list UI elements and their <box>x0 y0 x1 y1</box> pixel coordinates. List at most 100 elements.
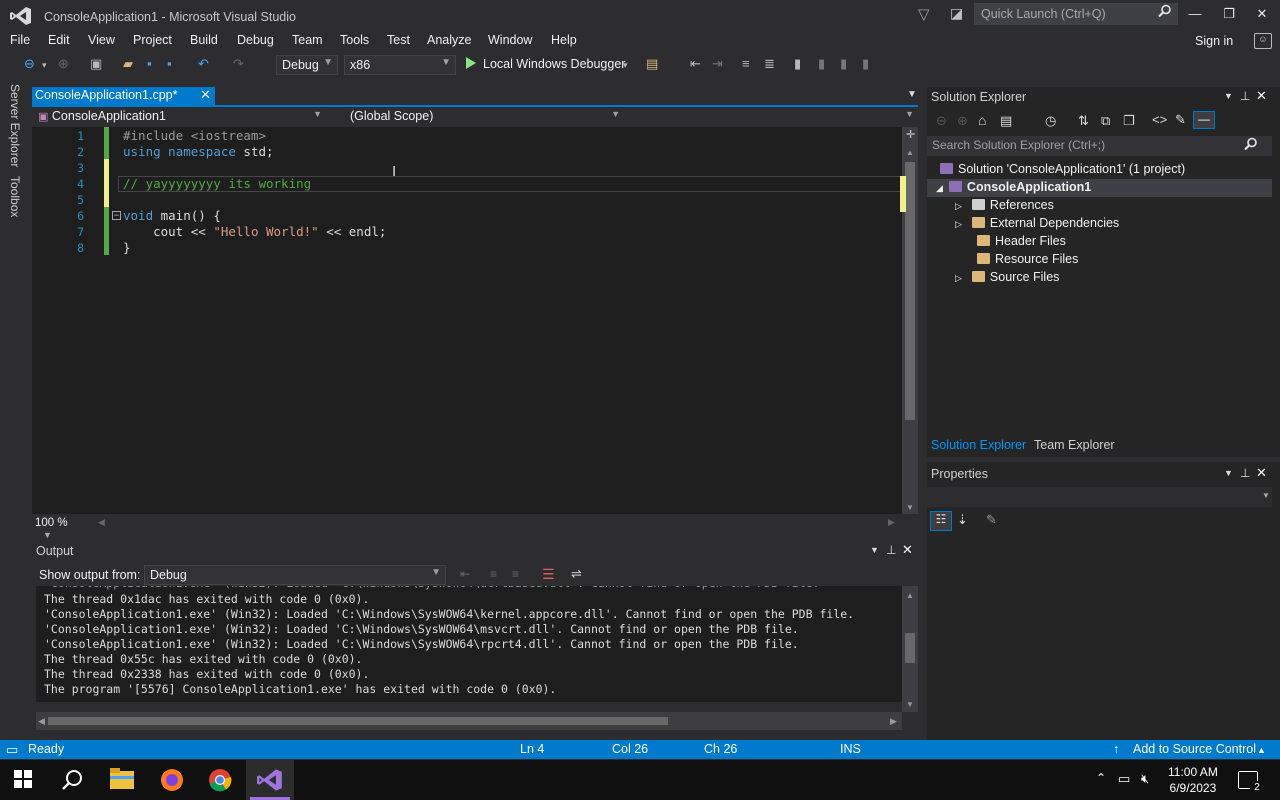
scroll-left-icon[interactable]: ◀ <box>38 716 45 727</box>
menu-view[interactable]: View <box>88 33 115 47</box>
step-icon[interactable]: ⇤ <box>690 56 701 72</box>
add-to-source-control-button[interactable]: Add to Source Control <box>1133 742 1256 756</box>
solution-search-input[interactable]: Search Solution Explorer (Ctrl+;) <box>927 136 1272 156</box>
word-wrap-icon[interactable]: ⇌ <box>571 566 582 582</box>
menu-test[interactable]: Test <box>387 33 410 47</box>
feedback-icon[interactable]: ◪ <box>950 5 963 22</box>
show-all-files-icon[interactable]: ❐ <box>1123 113 1135 129</box>
home-icon[interactable]: ⌂ <box>978 112 986 128</box>
tree-solution[interactable]: Solution 'ConsoleApplication1' (1 projec… <box>940 162 1185 176</box>
scroll-up-icon[interactable]: ▲ <box>906 148 914 157</box>
pin-icon[interactable]: ⊥ <box>1240 89 1250 103</box>
tree-references[interactable]: ▷ References <box>955 198 1054 212</box>
clear-all-icon[interactable]: ☰ <box>542 566 555 583</box>
member-dropdown[interactable]: ▼ <box>630 108 918 126</box>
search-icon[interactable] <box>62 769 84 794</box>
sign-in-link[interactable]: Sign in <box>1195 34 1233 48</box>
upload-icon[interactable]: ↑ <box>1113 742 1119 756</box>
visual-studio-icon[interactable] <box>257 768 283 792</box>
toolbox-tab[interactable]: Toolbox <box>8 176 22 217</box>
redo-icon[interactable]: ↷ <box>233 56 244 72</box>
properties-object-dropdown[interactable] <box>927 487 1272 507</box>
menu-window[interactable]: Window <box>488 33 532 47</box>
prev-message-icon[interactable]: ≡ <box>490 567 497 581</box>
preview-selected-icon[interactable]: — <box>1193 111 1215 129</box>
tree-source-files[interactable]: ▷ Source Files <box>955 270 1059 284</box>
close-tab-icon[interactable]: ✕ <box>200 87 211 103</box>
output-scroll-thumb[interactable] <box>905 633 915 663</box>
back-dropdown-icon[interactable]: ▾ <box>42 60 47 71</box>
open-file-icon[interactable]: ▰ <box>123 56 133 72</box>
close-panel-icon[interactable]: ✕ <box>1256 88 1267 104</box>
chevron-up-icon[interactable]: ▲ <box>1257 745 1266 755</box>
server-explorer-tab[interactable]: Server Explorer <box>8 84 22 167</box>
close-panel-icon[interactable]: ✕ <box>902 542 913 558</box>
menu-debug[interactable]: Debug <box>237 33 274 47</box>
volume-muted-icon[interactable]: 🔇︎ <box>1141 771 1149 787</box>
quick-launch-input[interactable]: Quick Launch (Ctrl+Q) <box>974 3 1178 25</box>
scroll-left-icon[interactable]: ◀ <box>98 517 105 528</box>
tab-solution-explorer[interactable]: Solution Explorer <box>931 438 1026 452</box>
chrome-icon[interactable] <box>208 768 234 792</box>
collapse-region-icon[interactable]: − <box>112 211 121 220</box>
collapse-all-icon[interactable]: ⧉ <box>1101 113 1110 129</box>
search-icon[interactable] <box>1158 4 1172 21</box>
menu-edit[interactable]: Edit <box>48 33 70 47</box>
scroll-up-icon[interactable]: ▲ <box>906 591 914 600</box>
configuration-dropdown[interactable]: Debug ▼ <box>276 55 338 75</box>
menu-analyze[interactable]: Analyze <box>427 33 471 47</box>
tab-consoleapplication1-cpp[interactable]: ConsoleApplication1.cpp* <box>32 87 215 105</box>
scroll-down-icon[interactable]: ▼ <box>906 503 914 512</box>
next-message-icon[interactable]: ≡ <box>512 567 519 581</box>
prev-bookmark-icon[interactable]: ▮ <box>818 56 825 72</box>
scroll-down-icon[interactable]: ▼ <box>906 700 914 709</box>
tree-header-files[interactable]: Header Files <box>977 234 1066 248</box>
editor-scroll-thumb[interactable] <box>905 162 915 420</box>
filter-icon[interactable]: ▽ <box>918 5 930 23</box>
output-hscroll-thumb[interactable] <box>48 717 668 725</box>
restore-icon[interactable]: ❐ <box>1218 6 1240 22</box>
panel-menu-icon[interactable]: ▼ <box>1224 91 1233 101</box>
find-message-icon[interactable]: ⇤ <box>460 567 470 581</box>
uncomment-icon[interactable]: ≣ <box>764 56 775 72</box>
menu-team[interactable]: Team <box>292 33 323 47</box>
show-hidden-icons-icon[interactable]: ⌃ <box>1096 771 1106 785</box>
menu-help[interactable]: Help <box>551 33 577 47</box>
pin-icon[interactable]: ⊥ <box>1240 466 1250 480</box>
account-icon[interactable]: ☺ <box>1254 33 1272 49</box>
menu-build[interactable]: Build <box>190 33 218 47</box>
sync-icon[interactable]: ⇅ <box>1078 113 1089 129</box>
next-bookmark-icon[interactable]: ▮ <box>840 56 847 72</box>
pending-changes-icon[interactable]: ◷ <box>1045 113 1056 129</box>
find-in-files-icon[interactable]: ▤ <box>646 56 658 72</box>
tree-resource-files[interactable]: Resource Files <box>977 252 1078 266</box>
panel-menu-icon[interactable]: ▼ <box>870 545 879 555</box>
switch-views-icon[interactable]: ▤ <box>1000 113 1012 129</box>
taskbar-clock[interactable]: 11:00 AM 6/9/2023 <box>1168 764 1218 796</box>
comment-icon[interactable]: ≡ <box>742 56 750 71</box>
tab-team-explorer[interactable]: Team Explorer <box>1034 438 1115 452</box>
output-text-area[interactable]: 'ConsoleApplication1.exe' (Win32): Loade… <box>36 586 902 702</box>
clear-bookmarks-icon[interactable]: ▮ <box>862 56 869 72</box>
scope-dropdown[interactable]: (Global Scope) ▼ <box>346 108 624 126</box>
alphabetical-icon[interactable]: ⇣ <box>957 512 968 528</box>
firefox-icon[interactable] <box>160 768 186 792</box>
step-over-icon[interactable]: ⇥ <box>712 56 723 72</box>
start-debugging-button[interactable]: Local Windows Debugger <box>483 57 625 71</box>
scroll-right-icon[interactable]: ▶ <box>888 517 895 528</box>
debugger-dropdown-icon[interactable]: ▾ <box>623 60 628 71</box>
back-icon[interactable]: ⊖ <box>936 113 947 129</box>
output-source-dropdown[interactable]: Debug ▼ <box>144 565 446 585</box>
close-window-icon[interactable]: ✕ <box>1251 6 1273 22</box>
forward-icon[interactable]: ⊕ <box>58 56 69 72</box>
undo-icon[interactable]: ↶ <box>198 56 209 72</box>
file-explorer-icon[interactable] <box>110 768 136 792</box>
search-icon[interactable] <box>1244 137 1258 154</box>
split-editor-icon[interactable]: ✛ <box>906 128 915 141</box>
windows-start-icon[interactable] <box>14 770 32 791</box>
save-all-icon[interactable]: ▪ <box>167 56 172 71</box>
tab-overflow-icon[interactable]: ▼ <box>907 89 917 100</box>
minimize-icon[interactable]: — <box>1184 6 1206 21</box>
menu-file[interactable]: File <box>10 33 30 47</box>
pin-icon[interactable]: ⊥ <box>886 543 896 557</box>
